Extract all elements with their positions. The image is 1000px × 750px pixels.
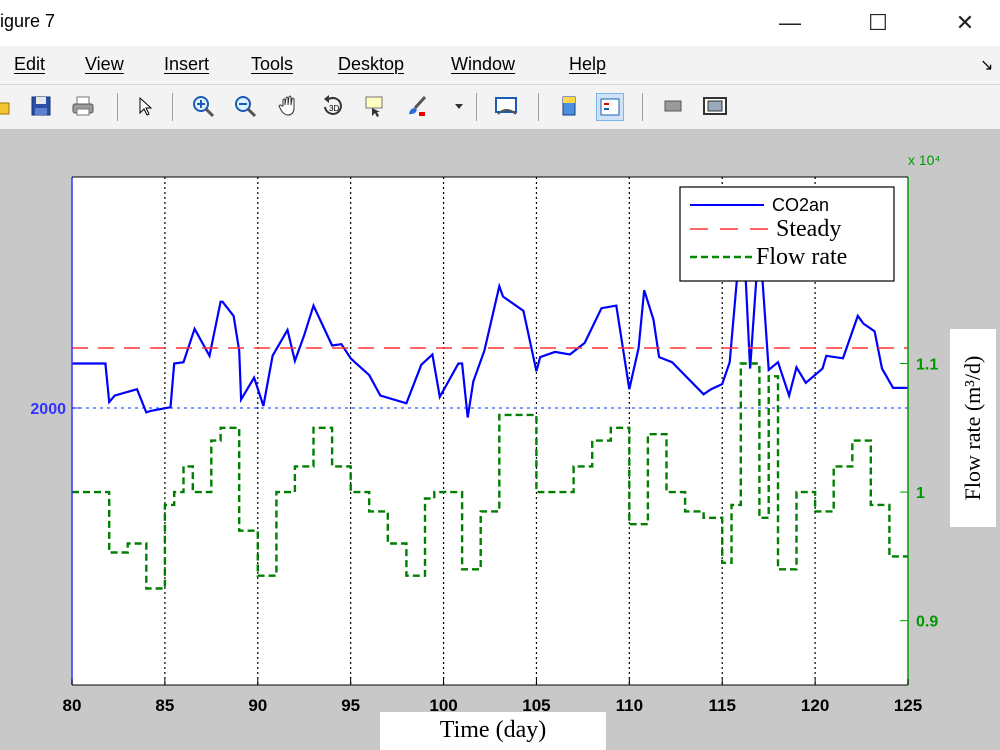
colorbar-icon[interactable] [556, 93, 582, 119]
svg-text:3D: 3D [329, 104, 339, 113]
plot-svg[interactable]: 80 85 90 95 100 105 110 115 120 1250.911.1 2000 x… [0, 129, 1000, 750]
toolbar-separator [476, 93, 477, 121]
xtick-label: 85 [155, 696, 174, 715]
open-file-icon[interactable] [0, 93, 14, 119]
toolbar-separator [117, 93, 118, 121]
menu-bar: Edit View Insert Tools Desktop Window He… [0, 46, 1000, 84]
window-title: igure 7 [0, 11, 56, 31]
legend-label-steady: Steady [776, 216, 841, 242]
right-ytick-label: 1 [916, 485, 925, 502]
print-icon[interactable] [70, 93, 96, 119]
toolbar-separator [172, 93, 173, 121]
toolbar-separator [538, 93, 539, 121]
legend-label-flowrate: Flow rate [756, 244, 847, 270]
legend-icon[interactable] [596, 93, 624, 121]
xtick-label: 80 [63, 696, 82, 715]
data-cursor-icon[interactable] [362, 93, 388, 119]
xtick-label: 110 [616, 696, 643, 715]
close-button[interactable]: ✕ [935, 0, 995, 46]
link-plot-icon[interactable] [494, 93, 520, 119]
show-plot-tools-icon[interactable] [702, 93, 728, 119]
minimize-button[interactable]: — [760, 0, 820, 46]
left-ytick-label-2000: 2000 [30, 401, 66, 418]
menu-tools[interactable]: Tools [251, 54, 293, 75]
menu-overflow-icon[interactable]: ↘ [980, 55, 993, 75]
menu-view[interactable]: View [85, 54, 124, 75]
xtick-label: 115 [709, 696, 736, 715]
right-ytick-label: 0.9 [916, 614, 938, 631]
pointer-icon[interactable] [132, 93, 158, 119]
maximize-button[interactable]: ☐ [848, 0, 908, 46]
brush-dropdown-icon[interactable] [452, 93, 466, 119]
pan-hand-icon[interactable] [276, 93, 302, 119]
toolbar: 3D [0, 84, 1000, 130]
right-ytick-label: 1.1 [916, 356, 938, 373]
brush-icon[interactable] [404, 93, 430, 119]
legend[interactable]: CO2an Steady Flow rate [679, 186, 895, 282]
title-bar: igure 7 — ☐ ✕ [0, 0, 1000, 46]
y-axis-right-label: Flow rate (m³/d) [960, 356, 985, 501]
menu-window[interactable]: Window [451, 54, 515, 75]
xtick-label: 90 [248, 696, 267, 715]
menu-help[interactable]: Help [569, 54, 606, 75]
zoom-out-icon[interactable] [232, 93, 258, 119]
hide-plot-tools-icon[interactable] [660, 93, 686, 119]
xtick-label: 95 [341, 696, 360, 715]
legend-label-co2an: CO2an [772, 195, 829, 215]
toolbar-separator [642, 93, 643, 121]
xtick-label: 125 [894, 696, 922, 715]
figure-area: 80 85 90 95 100 105 110 115 120 125 0.9 1 1.1 2000 x… [0, 129, 1000, 750]
rotate-3d-icon[interactable]: 3D [320, 93, 346, 119]
menu-desktop[interactable]: Desktop [338, 54, 404, 75]
menu-edit[interactable]: Edit [14, 54, 45, 75]
x-axis-label: Time (day) [440, 717, 546, 743]
zoom-in-icon[interactable] [190, 93, 216, 119]
save-icon[interactable] [28, 93, 54, 119]
menu-insert[interactable]: Insert [164, 54, 209, 75]
xtick-label: 120 [801, 696, 829, 715]
right-axis-multiplier: x 10⁴ [908, 152, 940, 168]
